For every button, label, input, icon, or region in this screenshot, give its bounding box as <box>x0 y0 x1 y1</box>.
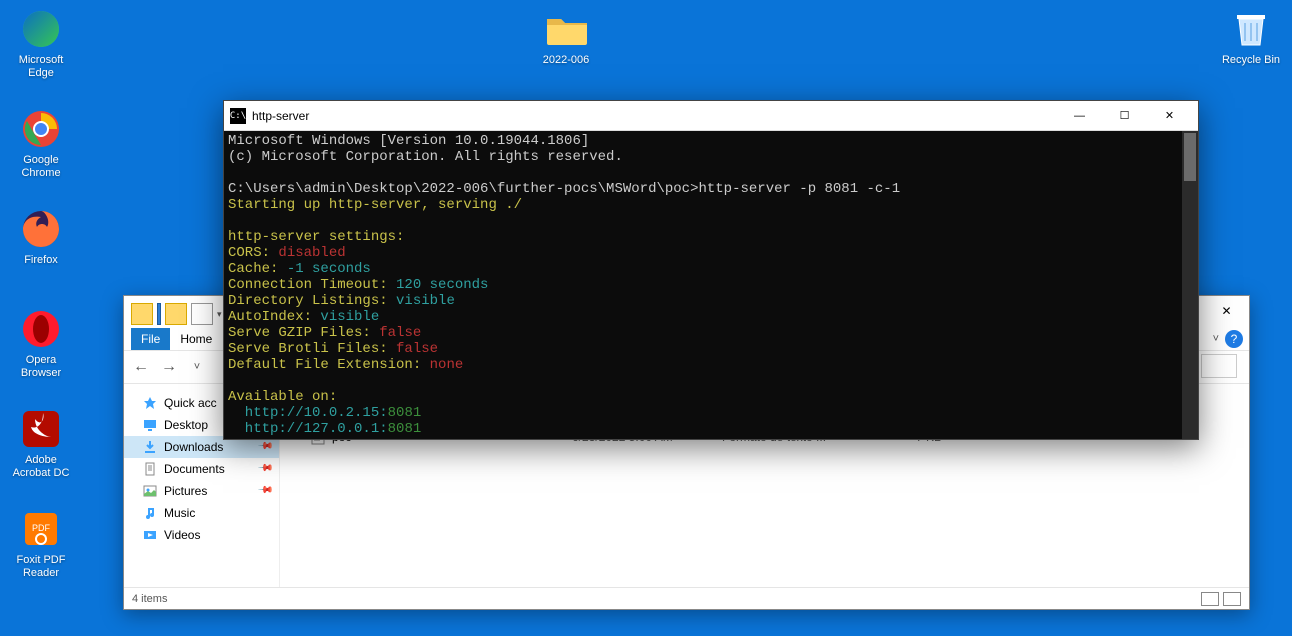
cmd-icon: C:\ <box>230 108 246 124</box>
desktop-icon-label: AdobeAcrobat DC <box>5 454 77 479</box>
close-button[interactable]: ✕ <box>1204 296 1249 326</box>
sidebar-item-label: Music <box>164 506 195 520</box>
details-view-button[interactable] <box>1201 592 1219 606</box>
desktop-icon-firefox[interactable]: Firefox <box>5 208 77 267</box>
tab-home[interactable]: Home <box>170 328 222 350</box>
qat-separator <box>157 303 161 325</box>
desktop-icon-label: Firefox <box>5 254 77 267</box>
desktop-icon-chrome[interactable]: GoogleChrome <box>5 108 77 179</box>
opera-icon <box>20 308 62 350</box>
cmd-output-area[interactable]: Microsoft Windows [Version 10.0.19044.18… <box>224 131 1198 439</box>
sidebar-item-label: Documents <box>164 462 225 476</box>
desktop-icon-recycle-bin[interactable]: Recycle Bin <box>1215 8 1287 67</box>
tab-file[interactable]: File <box>131 328 170 350</box>
sidebar-item-label: Quick acc <box>164 396 217 410</box>
videos-icon <box>142 527 158 543</box>
pin-icon: 📌 <box>256 460 273 477</box>
sidebar-item-documents[interactable]: Documents 📌 <box>124 458 279 480</box>
large-icons-view-button[interactable] <box>1223 592 1241 606</box>
folder-icon <box>131 303 153 325</box>
desktop-icon-label: 2022-006 <box>530 54 602 67</box>
cmd-window-title: http-server <box>252 109 309 123</box>
explorer-search-input[interactable] <box>1201 354 1237 378</box>
desktop-icon-acrobat[interactable]: AdobeAcrobat DC <box>5 408 77 479</box>
download-icon <box>142 439 158 455</box>
qat-dropdown-icon[interactable]: ▾ <box>217 309 222 320</box>
help-icon[interactable]: ? <box>1225 330 1243 348</box>
desktop-icon-label: Foxit PDFReader <box>5 554 77 579</box>
music-icon <box>142 505 158 521</box>
desktop: MicrosoftEdge GoogleChrome Firefox Opera… <box>0 0 1292 636</box>
sidebar-item-label: Pictures <box>164 484 207 498</box>
sidebar-item-music[interactable]: Music <box>124 502 279 524</box>
documents-icon <box>142 461 158 477</box>
pin-icon: 📌 <box>256 438 273 455</box>
explorer-view-mode-icons <box>1201 592 1241 606</box>
status-item-count: 4 items <box>132 593 167 605</box>
edge-icon <box>20 8 62 50</box>
explorer-status-bar: 4 items <box>124 587 1249 609</box>
acrobat-icon <box>20 408 62 450</box>
command-prompt-window[interactable]: C:\ http-server — ☐ ✕ Microsoft Windows … <box>223 100 1199 440</box>
sidebar-item-label: Desktop <box>164 418 208 432</box>
sidebar-item-videos[interactable]: Videos <box>124 524 279 546</box>
cmd-text[interactable]: Microsoft Windows [Version 10.0.19044.18… <box>224 131 1198 439</box>
cmd-scrollbar[interactable] <box>1182 131 1198 439</box>
desktop-icon-label: GoogleChrome <box>5 154 77 179</box>
properties-icon[interactable] <box>191 303 213 325</box>
foxit-icon: PDF <box>20 508 62 550</box>
close-button[interactable]: ✕ <box>1147 102 1192 130</box>
desktop-icon-opera[interactable]: OperaBrowser <box>5 308 77 379</box>
minimize-button[interactable]: — <box>1057 102 1102 130</box>
desktop-icon-label: OperaBrowser <box>5 354 77 379</box>
sidebar-item-pictures[interactable]: Pictures 📌 <box>124 480 279 502</box>
desktop-icon-edge[interactable]: MicrosoftEdge <box>5 8 77 79</box>
svg-text:PDF: PDF <box>32 523 51 533</box>
pictures-icon <box>142 483 158 499</box>
explorer-quick-access-toolbar: ▾ <box>131 303 222 325</box>
star-icon <box>142 395 158 411</box>
desktop-icon-label: Recycle Bin <box>1215 54 1287 67</box>
recycle-bin-icon <box>1230 8 1272 50</box>
desktop-icon-label: MicrosoftEdge <box>5 54 77 79</box>
pin-icon: 📌 <box>256 482 273 499</box>
folder-icon[interactable] <box>165 303 187 325</box>
sidebar-item-label: Downloads <box>164 440 223 454</box>
firefox-icon <box>20 208 62 250</box>
maximize-button[interactable]: ☐ <box>1102 102 1147 130</box>
desktop-icon-folder-2022-006[interactable]: 2022-006 <box>530 8 602 67</box>
sidebar-item-label: Videos <box>164 528 200 542</box>
desktop-icon <box>142 417 158 433</box>
folder-icon <box>545 8 587 50</box>
chrome-icon <box>20 108 62 150</box>
cmd-title-bar[interactable]: C:\ http-server — ☐ ✕ <box>224 101 1198 131</box>
nav-back-button[interactable]: ← <box>132 358 150 376</box>
explorer-help-area: ˅ ? <box>1213 330 1243 348</box>
scrollbar-thumb[interactable] <box>1184 133 1196 181</box>
nav-recent-dropdown[interactable]: ˅ <box>188 361 206 373</box>
explorer-ribbon-tabs: File Home <box>131 328 222 350</box>
nav-forward-button[interactable]: → <box>160 358 178 376</box>
ribbon-collapse-icon[interactable]: ˅ <box>1213 333 1219 345</box>
desktop-icon-foxit[interactable]: PDF Foxit PDFReader <box>5 508 77 579</box>
